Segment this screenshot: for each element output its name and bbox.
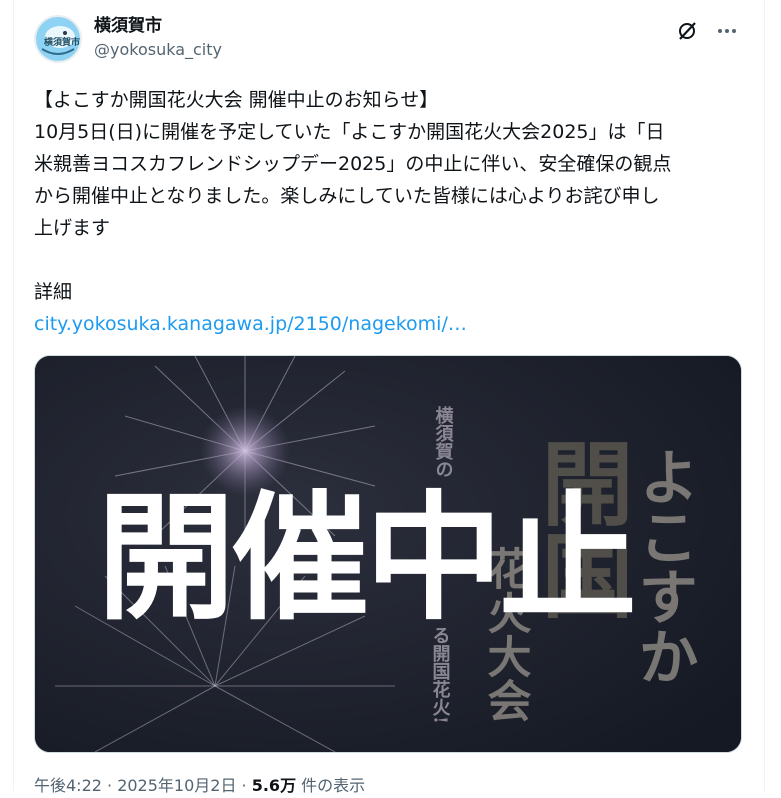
display-name[interactable]: 横須賀市 — [94, 15, 222, 37]
post-header: 横須賀市 横須賀市 @yokosuka_city — [34, 12, 744, 68]
svg-text:る開国花火!: る開国花火! — [430, 626, 451, 724]
svg-text:よこすか: よこすか — [628, 446, 698, 686]
post-image[interactable]: よこすか 開国 花火大会 横須賀の る開国花火! 開催中止 — [34, 355, 742, 753]
avatar-image: 横須賀市 — [36, 17, 80, 61]
header-actions — [670, 14, 744, 48]
author-names: 横須賀市 @yokosuka_city — [94, 15, 222, 61]
avatar[interactable]: 横須賀市 — [34, 15, 82, 63]
detail-label: 詳細 — [34, 281, 73, 303]
grok-button[interactable] — [670, 14, 704, 48]
post-text-line: 10月5日(日)に開催を予定していた「よこすか開国花火大会2025」は「日 — [34, 121, 665, 143]
post-text-line: 上げます — [34, 217, 111, 239]
fireworks-poster: よこすか 開国 花火大会 横須賀の る開国花火! 開催中止 — [35, 356, 741, 752]
more-button[interactable] — [710, 14, 744, 48]
post-text-line: 【よこすか開国花火大会 開催中止のお知らせ】 — [34, 89, 439, 111]
user-handle[interactable]: @yokosuka_city — [94, 39, 222, 61]
post-text-line: から開催中止となりました。楽しみにしていた皆様には心よりお詫び申し — [34, 185, 660, 207]
avatar-logo-text: 横須賀市 — [44, 36, 80, 48]
view-count: 5.6万 — [251, 776, 297, 795]
svg-text:横須賀の: 横須賀の — [433, 405, 455, 478]
post-text-line: 米親善ヨコスカフレンドシップデー2025」の中止に伴い、安全確保の観点 — [34, 153, 672, 175]
post-card: 横須賀市 横須賀市 @yokosuka_city 【よこすか開国花火大会 開催中… — [13, 0, 765, 795]
post-body: 【よこすか開国花火大会 開催中止のお知らせ】 10月5日(日)に開催を予定してい… — [34, 84, 746, 340]
post-timestamp[interactable]: 午後4:22 · 2025年10月2日 · — [34, 776, 252, 795]
post-meta: 午後4:22 · 2025年10月2日 · 5.6万 件の表示 — [34, 774, 365, 798]
grok-icon — [679, 22, 696, 40]
post-link[interactable]: city.yokosuka.kanagawa.jp/2150/nagekomi/… — [34, 313, 467, 335]
view-label: 件の表示 — [296, 776, 366, 795]
cancellation-overlay-text: 開催中止 — [97, 478, 633, 639]
more-icon — [718, 29, 736, 33]
